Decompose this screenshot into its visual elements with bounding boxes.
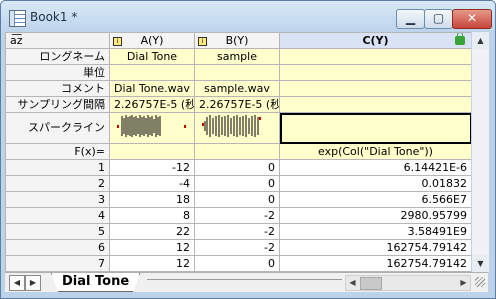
- column-header-icon: i: [198, 37, 207, 46]
- row-label-fx: F(x)=: [5, 143, 110, 160]
- data-cell[interactable]: -2: [194, 223, 280, 240]
- sparkline-marker: [259, 117, 261, 120]
- sort-corner-button[interactable]: a͞z: [5, 32, 110, 49]
- table-row: 7 12 0 162754.79142: [5, 255, 471, 272]
- data-cell[interactable]: -12: [109, 159, 195, 176]
- sampling-cell[interactable]: 2.26757E-5 (秒): [109, 96, 195, 113]
- data-cell[interactable]: 12: [109, 239, 195, 256]
- data-cell[interactable]: 162754.79142: [279, 239, 471, 256]
- row-label-long-name: ロングネーム: [5, 48, 110, 65]
- row-label-sampling: サンプリング間隔: [5, 96, 110, 113]
- row-label-comments: コメント: [5, 80, 110, 97]
- units-cell[interactable]: [109, 64, 195, 81]
- data-cell[interactable]: 0: [194, 255, 280, 272]
- row-index[interactable]: 2: [5, 175, 110, 192]
- scroll-up-icon[interactable]: ▲: [472, 32, 489, 49]
- worksheet-icon: [9, 10, 26, 27]
- data-cell[interactable]: 18: [109, 191, 195, 208]
- row-index[interactable]: 5: [5, 223, 110, 240]
- data-cell[interactable]: -4: [109, 175, 195, 192]
- table-row: 5 22 -2 3.58491E9: [5, 223, 471, 240]
- vertical-scrollbar[interactable]: ▲ ▼: [471, 32, 489, 272]
- minimize-button[interactable]: ▁: [396, 9, 425, 29]
- units-cell[interactable]: [279, 64, 471, 81]
- column-header-b[interactable]: i B(Y): [194, 32, 280, 49]
- scroll-thumb[interactable]: [360, 277, 382, 290]
- formula-cell[interactable]: [109, 143, 195, 160]
- maximize-button[interactable]: ▢: [424, 9, 453, 29]
- table-row: 1 -12 0 6.14421E-6: [5, 159, 471, 176]
- row-index[interactable]: 1: [5, 159, 110, 176]
- table-row: 6 12 -2 162754.79142: [5, 239, 471, 256]
- close-button[interactable]: ✕: [452, 9, 492, 29]
- lock-icon: [455, 33, 465, 45]
- data-cell[interactable]: 3.58491E9: [279, 223, 471, 240]
- row-index[interactable]: 3: [5, 191, 110, 208]
- data-cell[interactable]: 0: [194, 159, 280, 176]
- long-name-cell[interactable]: sample: [194, 48, 280, 65]
- title-bar[interactable]: Book1 * ▁ ▢ ✕: [1, 1, 495, 34]
- row-index[interactable]: 7: [5, 255, 110, 272]
- sparkline-marker: [184, 125, 186, 128]
- sampling-cell[interactable]: 2.26757E-5 (秒): [194, 96, 280, 113]
- sheet-tab-bar: ◀ ▶ Dial Tone ◀ ▶: [5, 272, 488, 292]
- prev-sheet-icon[interactable]: ◀: [9, 275, 25, 291]
- sparkline-marker: [202, 123, 204, 126]
- long-name-cell[interactable]: [279, 48, 471, 65]
- next-sheet-icon[interactable]: ▶: [25, 275, 41, 291]
- tab-dial-tone[interactable]: Dial Tone: [51, 273, 141, 292]
- sparkline-a: [117, 115, 186, 137]
- scroll-left-icon[interactable]: ◀: [346, 276, 359, 290]
- sampling-cell[interactable]: [279, 96, 471, 113]
- data-cell[interactable]: 0: [194, 175, 280, 192]
- data-cell[interactable]: -2: [194, 239, 280, 256]
- sort-az-icon: a͞z: [10, 33, 23, 47]
- comments-cell[interactable]: sample.wav: [194, 80, 280, 97]
- scroll-down-icon[interactable]: ▼: [472, 255, 489, 272]
- column-header-label: B(Y): [225, 33, 249, 47]
- window-title: Book1 *: [30, 10, 78, 24]
- long-name-cell[interactable]: Dial Tone: [109, 48, 195, 65]
- data-cell[interactable]: 12: [109, 255, 195, 272]
- sparkline-marker: [117, 125, 119, 128]
- sparkline-cell-b[interactable]: [194, 112, 280, 144]
- data-cell[interactable]: 162754.79142: [279, 255, 471, 272]
- column-header-label: A(Y): [140, 33, 164, 47]
- data-cell[interactable]: 8: [109, 207, 195, 224]
- table-row: 2 -4 0 0.01832: [5, 175, 471, 192]
- data-cell[interactable]: -2: [194, 207, 280, 224]
- table-row: 4 8 -2 2980.95799: [5, 207, 471, 224]
- row-index[interactable]: 6: [5, 239, 110, 256]
- tab-strip-divider: [147, 279, 342, 288]
- sparkline-cell-c[interactable]: [279, 112, 471, 144]
- units-cell[interactable]: [194, 64, 280, 81]
- data-cell[interactable]: 0.01832: [279, 175, 471, 192]
- worksheet-grid: a͞z i A(Y) i B(Y) C(Y) ロングネーム Dial Tone …: [5, 32, 471, 272]
- column-header-a[interactable]: i A(Y): [109, 32, 195, 49]
- comments-cell[interactable]: [279, 80, 471, 97]
- row-label-units: 単位: [5, 64, 110, 81]
- column-header-label: C(Y): [362, 33, 389, 47]
- comments-cell[interactable]: Dial Tone.wav: [109, 80, 195, 97]
- column-header-icon: i: [113, 37, 122, 46]
- sparkline-b: [202, 115, 261, 137]
- data-cell[interactable]: 6.14421E-6: [279, 159, 471, 176]
- scroll-right-icon[interactable]: ▶: [457, 276, 470, 290]
- column-header-c[interactable]: C(Y): [279, 32, 471, 49]
- data-cell[interactable]: 0: [194, 191, 280, 208]
- formula-cell[interactable]: [194, 143, 280, 160]
- row-index[interactable]: 4: [5, 207, 110, 224]
- formula-cell[interactable]: exp(Col("Dial Tone")): [279, 143, 471, 160]
- data-cell[interactable]: 2980.95799: [279, 207, 471, 224]
- data-cell[interactable]: 22: [109, 223, 195, 240]
- table-row: 3 18 0 6.566E7: [5, 191, 471, 208]
- row-label-sparkline: スパークライン: [5, 112, 110, 144]
- resize-grip-icon[interactable]: [475, 277, 485, 287]
- data-cell[interactable]: 6.566E7: [279, 191, 471, 208]
- sparkline-cell-a[interactable]: [109, 112, 195, 144]
- horizontal-scrollbar[interactable]: ◀ ▶: [345, 275, 471, 291]
